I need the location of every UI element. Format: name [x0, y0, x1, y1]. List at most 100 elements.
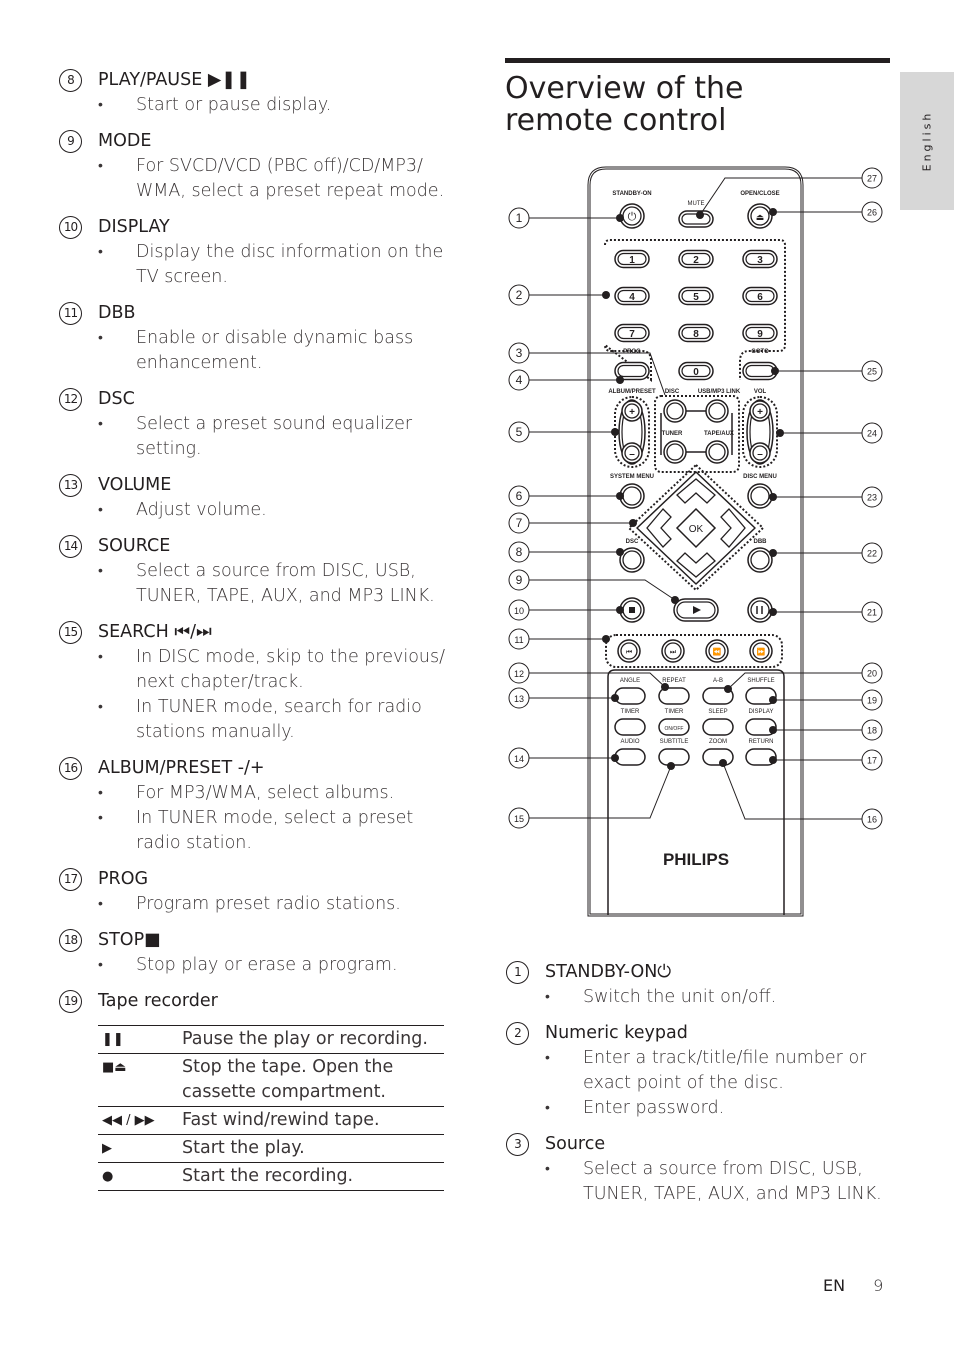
bullet-item: Enter password. [545, 1096, 905, 1121]
callout-right-24: 24 [861, 422, 883, 444]
mute-button[interactable] [678, 210, 714, 228]
disc-menu-button[interactable] [747, 483, 773, 509]
bullet-list: Switch the unit on/off. [545, 985, 905, 1010]
timer-button-outer [614, 718, 646, 736]
callout-left-13: 13 [508, 687, 530, 709]
tape-recorder-table: ❚❚ Pause the play or recording. ■⏏ Stop the… [98, 1025, 444, 1191]
dbb-label: DBB [754, 539, 768, 545]
tape-symbol-icon: ❚❚ [98, 1025, 182, 1054]
audio-button[interactable] [614, 748, 646, 766]
page-footer: EN 9 [823, 1276, 883, 1295]
callout-dot [769, 726, 777, 734]
usb-mp3-button[interactable] [705, 399, 729, 423]
timer2-label: TIMER [665, 709, 684, 715]
digit-label: 6 [757, 292, 763, 303]
callout-dot [616, 548, 624, 556]
callout-right-17: 17 [861, 749, 883, 771]
callout-number: 6 [516, 489, 523, 503]
callout-dot [616, 376, 624, 384]
remote-svg: STANDBY-ON⏻MUTEOPEN/CLOSE⏏1 2 34 5 67 8 90PROG… [508, 166, 883, 917]
bullet-list: Display the disc information on the TV s… [98, 240, 450, 290]
callout-dot [602, 635, 610, 643]
bottom-list: 1 STANDBY-ON⏻ Switch the unit on/off. 2 Nume… [505, 960, 905, 1218]
forward-icon: ⏩ [757, 647, 766, 656]
callout-left-10: 10 [508, 599, 530, 621]
timer-button[interactable] [614, 718, 646, 736]
sleep-label: SLEEP [708, 709, 727, 715]
sleep-button-outer [702, 718, 734, 736]
list-item: 2 Numeric keypad Enter a track/title/file … [505, 1021, 905, 1121]
rewind-icon: ⏪ [713, 647, 722, 656]
callout-dot [661, 683, 669, 691]
digit-label: 3 [757, 255, 763, 266]
callout-dot [667, 762, 675, 770]
item-title: Source [545, 1134, 606, 1154]
bullet-list: For SVCD/VCD (PBC off)/CD/MP3/ WMA, sele… [98, 154, 450, 204]
callout-number: 13 [59, 474, 82, 497]
list-item: 14 SOURCE Select a source from DISC, USB, … [58, 534, 450, 609]
brand-logo: PHILIPS [663, 850, 729, 869]
callout-right-19: 19 [861, 689, 883, 711]
callout-dot [769, 493, 777, 501]
disc-button[interactable] [663, 399, 687, 423]
digit-label: 4 [629, 292, 635, 303]
tape-symbol-icon: ● [98, 1162, 182, 1191]
angle-button[interactable] [614, 687, 646, 705]
bullet-list: Select a source from DISC, USB, TUNER, T… [545, 1157, 905, 1207]
stop-icon [629, 607, 635, 613]
bullet-list: Program preset radio stations. [98, 892, 450, 917]
item-title: Numeric keypad [545, 1023, 688, 1043]
list-item: 9 MODE For SVCD/VCD (PBC off)/CD/MP3/ WMA,… [58, 129, 450, 204]
callout-right-23: 23 [861, 486, 883, 508]
table-row: ◀◀ / ▶▶ Fast wind/rewind tape. [98, 1106, 444, 1135]
item-title: PLAY/PAUSE ▶❚❚ [98, 70, 251, 90]
callout-number: 17 [867, 756, 877, 766]
table-row: ■⏏ Stop the tape. Open the cassette compa… [98, 1053, 444, 1107]
minus-label: – [629, 449, 635, 460]
prev-icon: ⏮ [626, 649, 632, 656]
open-close-label: OPEN/CLOSE [740, 191, 779, 197]
callout-left-9: 9 [508, 569, 530, 591]
item-title: STOP■ [98, 930, 161, 950]
digit-label: 1 [629, 255, 635, 266]
nav-down-button[interactable] [676, 552, 716, 578]
item-title: DBB [98, 303, 136, 323]
callout-number: 16 [59, 757, 82, 780]
dbb-button[interactable] [747, 547, 773, 573]
pause-button[interactable] [747, 597, 773, 623]
callout-left-5: 5 [508, 421, 530, 443]
callout-number: 18 [59, 929, 82, 952]
callout-left-1: 1 [508, 207, 530, 229]
goto-label: GOTO [751, 349, 769, 355]
system-menu-label: SYSTEM MENU [610, 474, 654, 480]
callout-number: 25 [867, 367, 877, 377]
list-item: 16 ALBUM/PRESET -/+ For MP3/WMA, select al… [58, 756, 450, 856]
callout-dot [769, 208, 777, 216]
tape-symbol-icon: ■⏏ [98, 1053, 182, 1107]
nav-up-button[interactable] [676, 478, 716, 504]
subtitle-button[interactable] [658, 748, 690, 766]
zoom-button[interactable] [702, 748, 734, 766]
callout-number: 8 [59, 69, 82, 92]
bullet-list: Enter a track/title/file number or exact… [545, 1046, 905, 1121]
tape-description: Stop the tape. Open the cassette compart… [182, 1053, 444, 1107]
item-title: PROG [98, 869, 149, 889]
bullet-item: In DISC mode, skip to the previous/ next… [98, 645, 450, 695]
callout-line [529, 579, 676, 601]
tuner-button[interactable] [663, 440, 687, 464]
sleep-button[interactable] [702, 718, 734, 736]
tape-aux-button[interactable] [705, 440, 729, 464]
callout-number: 27 [867, 174, 877, 184]
plus-label: + [629, 407, 635, 418]
callout-left-8: 8 [508, 541, 530, 563]
callout-number: 15 [514, 814, 524, 824]
bullet-item: In TUNER mode, select a preset radio sta… [98, 806, 450, 856]
eject-icon: ⏏ [756, 212, 765, 222]
callout-number: 19 [59, 990, 82, 1013]
onoff-label: ON/OFF [665, 726, 684, 732]
section-header: Overview of the remote control [505, 58, 890, 137]
callout-number: 24 [867, 429, 877, 439]
callout-left-14: 14 [508, 747, 530, 769]
bullet-item: Program preset radio stations. [98, 892, 450, 917]
callout-number: 10 [514, 606, 524, 616]
